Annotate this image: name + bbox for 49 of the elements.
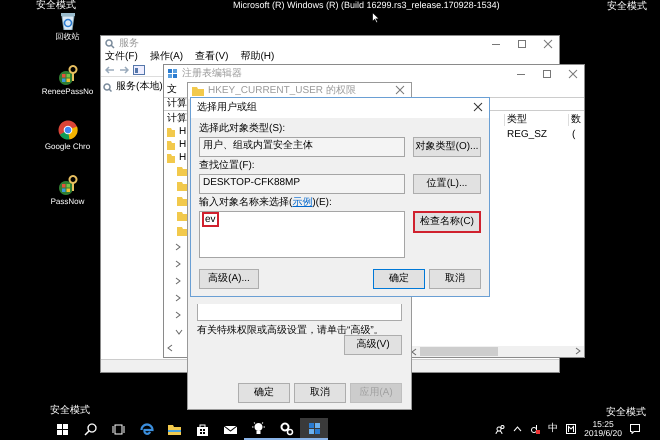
dialog-button[interactable]: 取消: [429, 269, 481, 289]
window-title: 选择用户或组: [197, 102, 257, 114]
desktop-icon-label[interactable]: 回收站: [56, 32, 80, 42]
window-title: HKEY_CURRENT_USER 的权限: [208, 85, 356, 97]
desktop-icon-label[interactable]: ReneePassNo: [42, 87, 94, 97]
dialog-button[interactable]: 取消: [294, 383, 346, 403]
table-cell-text: (: [571, 129, 576, 141]
locations-button[interactable]: 位置(L)...: [413, 174, 481, 194]
menu-item[interactable]: 查看(V): [195, 51, 228, 63]
safe-mode-label: 安全模式: [606, 407, 646, 419]
tree-item[interactable]: H: [179, 126, 186, 138]
tree-item[interactable]: H: [179, 152, 186, 164]
tree-item[interactable]: H: [179, 139, 186, 151]
dialog-button[interactable]: 确定: [373, 269, 425, 289]
column-header[interactable]: 数: [568, 114, 584, 126]
field-label: 选择此对象类型(S):: [199, 123, 286, 135]
clock[interactable]: 15:25 2019/6/20: [584, 420, 622, 438]
menu-item[interactable]: 文: [167, 84, 177, 96]
field-label: 输入对象名称来选择(示例)(E):: [199, 197, 333, 209]
field-label: 查找位置(F):: [199, 160, 256, 172]
window-title: 注册表编辑器: [182, 68, 242, 80]
check-names-button[interactable]: 检查名称(C): [413, 211, 481, 233]
location-field[interactable]: DESKTOP-CFK88MP: [199, 174, 405, 194]
safe-mode-label: 安全模式: [607, 1, 647, 13]
advanced-button[interactable]: 高级(A)...: [199, 269, 259, 289]
menu-item[interactable]: 帮助(H): [240, 51, 274, 63]
safe-mode-label: 安全模式: [50, 405, 90, 417]
object-types-button[interactable]: 对象类型(O)...: [413, 137, 481, 157]
input-language[interactable]: 中: [548, 423, 558, 435]
build-info: Microsoft (R) Windows (R) (Build 16299.rs3_release.170928-1534): [233, 0, 500, 11]
names-value: ev: [202, 212, 219, 227]
hint-text: 有关特殊权限或高级设置，请单击“高级”。: [197, 325, 385, 337]
column-header[interactable]: 类型: [504, 114, 568, 126]
clock-time: 15:25: [592, 420, 614, 429]
examples-link[interactable]: 示例: [292, 197, 312, 208]
address-text: 计算: [167, 98, 187, 110]
dialog-button[interactable]: 确定: [238, 383, 290, 403]
tree-item[interactable]: 服务(本地): [116, 81, 163, 93]
clock-date: 2019/6/20: [584, 429, 622, 438]
advanced-button[interactable]: 高级(V): [344, 335, 402, 355]
object-type-field[interactable]: 用户、组或内置安全主体: [199, 137, 405, 157]
menu-item[interactable]: 文件(F): [105, 51, 138, 63]
tree-item[interactable]: 计算: [167, 113, 190, 125]
table-cell-text: REG_SZ: [506, 129, 548, 141]
desktop-icon-label[interactable]: PassNow: [50, 197, 84, 207]
menu-item[interactable]: 操作(A): [150, 51, 184, 63]
desktop-icon-label[interactable]: Google Chro: [44, 142, 90, 152]
names-field[interactable]: ev: [199, 211, 405, 258]
window-title: 服务: [119, 38, 139, 50]
